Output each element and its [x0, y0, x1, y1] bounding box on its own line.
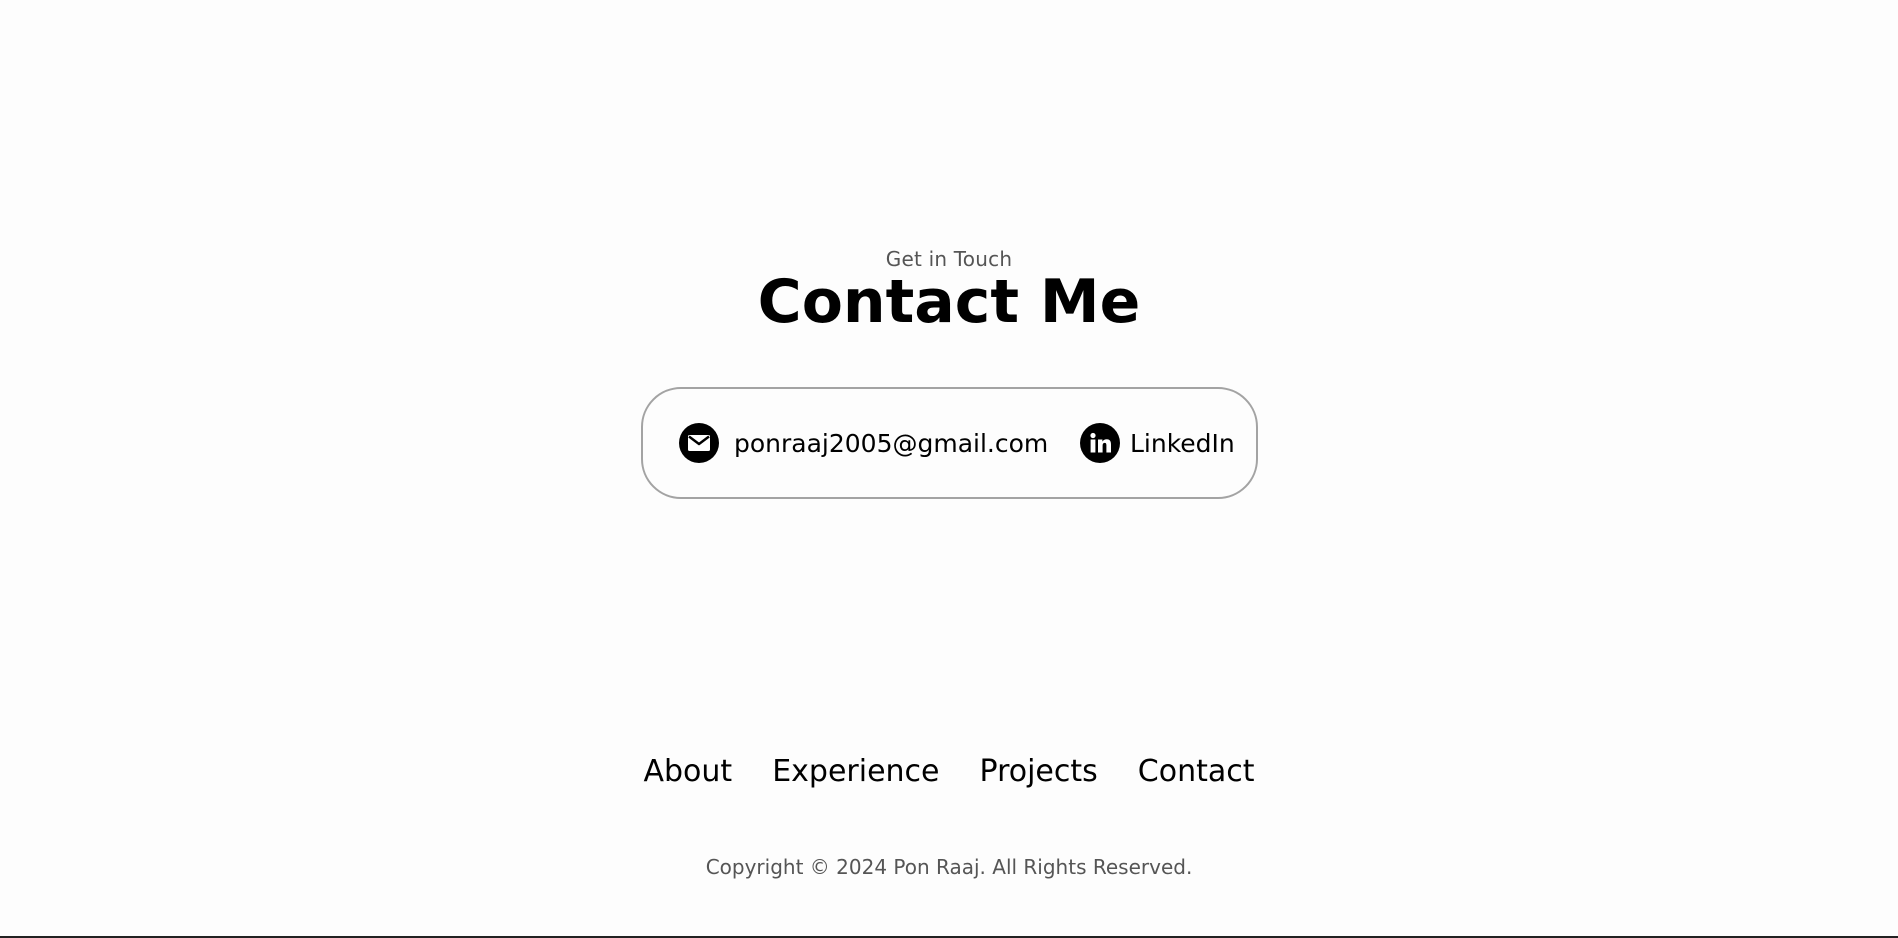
- footer-nav: About Experience Projects Contact: [0, 750, 1898, 794]
- linkedin-label: LinkedIn: [1130, 428, 1235, 458]
- footer-link-contact[interactable]: Contact: [1138, 750, 1255, 794]
- copyright-text: Copyright © 2024 Pon Raaj. All Rights Re…: [705, 855, 1193, 879]
- page: Get in Touch Contact Me ponraaj2005@gmai…: [0, 0, 1898, 938]
- footer-link-experience[interactable]: Experience: [772, 750, 939, 794]
- linkedin-icon: [1080, 423, 1120, 463]
- contact-info-container: ponraaj2005@gmail.com LinkedIn: [641, 387, 1258, 499]
- linkedin-link[interactable]: LinkedIn: [1080, 389, 1235, 497]
- email-link[interactable]: ponraaj2005@gmail.com: [679, 389, 1048, 497]
- section-title: Contact Me: [757, 267, 1141, 337]
- email-icon: [679, 423, 719, 463]
- footer-link-about[interactable]: About: [643, 750, 732, 794]
- footer-link-projects[interactable]: Projects: [980, 750, 1098, 794]
- email-address: ponraaj2005@gmail.com: [734, 428, 1049, 458]
